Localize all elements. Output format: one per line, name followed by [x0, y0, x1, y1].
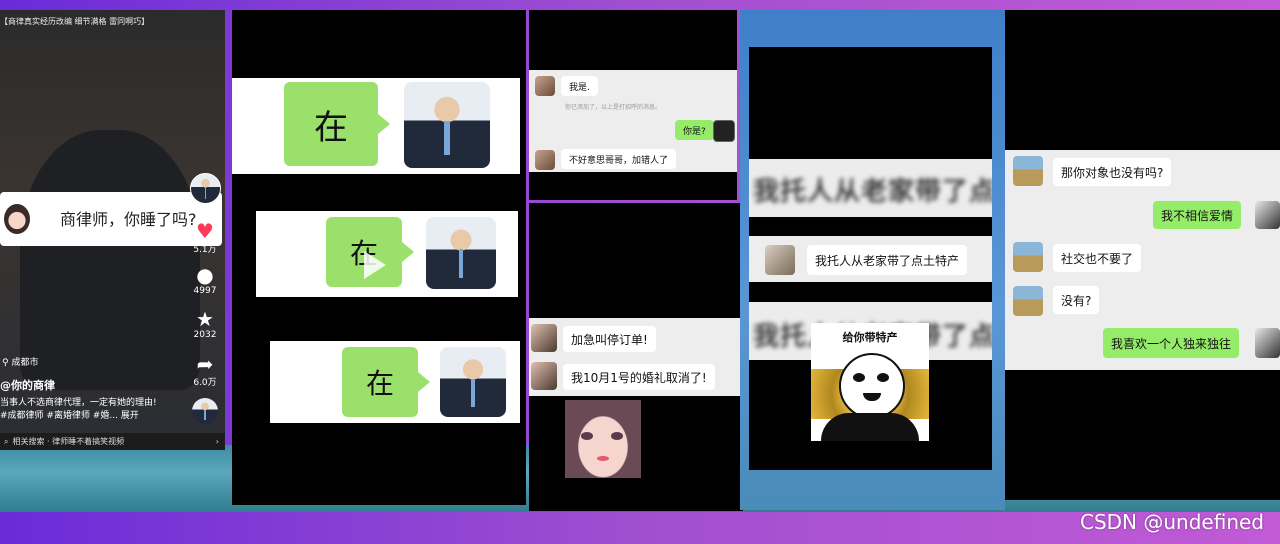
panda-eye-left [853, 373, 865, 382]
zai-card-2: 在 [256, 211, 518, 297]
chat-msg-3: 社交也不要了 [1053, 244, 1142, 272]
author-name[interactable]: @你的商律 [0, 377, 55, 393]
panda-face [839, 353, 905, 419]
person-silhouette [20, 130, 200, 390]
landscape-avatar-3 [1013, 286, 1043, 316]
my-avatar-right-1 [1255, 201, 1280, 229]
sender-avatar-4 [531, 362, 557, 390]
fav-count: 2032 [193, 330, 217, 340]
chat-area-top: 我是. 你已添加了，以上是打招呼的消息。 你是? 不好意思哥哥，加错人了 [529, 70, 737, 172]
related-search-text: 相关搜索 · 律师睡不着搞笑视频 [12, 437, 125, 446]
mid-chat-panel-top: 我是. 你已添加了，以上是打招呼的消息。 你是? 不好意思哥哥，加错人了 [529, 10, 737, 200]
douyin-video-panel: 【商律真实经历改编 细节满格 雷同啊巧】 商律师，你睡了吗? ♥ 5.1万 ● … [0, 10, 225, 450]
author-avatar[interactable] [190, 173, 221, 204]
location-tag[interactable]: ⚲ 成都市 [2, 355, 38, 368]
zai-card-1: 在 [232, 78, 520, 174]
msg-cancel-wedding: 我10月1号的婚礼取消了! [563, 364, 715, 390]
eye-left [581, 432, 593, 440]
sender-avatar-5 [765, 245, 795, 275]
chat-area-bottom: 加急叫停订单! 我10月1号的婚礼取消了! [529, 318, 743, 396]
panda-mouth [863, 393, 881, 401]
right-chat-panel: 那你对象也没有吗? 我不相信爱情 社交也不要了 没有? 我喜欢一个人独来独往 [1005, 10, 1280, 500]
chat-area-right: 那你对象也没有吗? 我不相信爱情 社交也不要了 没有? 我喜欢一个人独来独往 [1005, 150, 1280, 370]
system-note: 你已添加了，以上是打招呼的消息。 [565, 104, 662, 111]
specialty-chat-panel: 我托人从老家带了点 我托人从老家带了点土特产 我托人从老家带了点 给你带特产 [749, 47, 992, 470]
blur-row-1: 我托人从老家带了点 [749, 159, 992, 217]
heart-icon: ♥ [196, 219, 214, 243]
landscape-avatar-2 [1013, 242, 1043, 272]
zai-reply-panel: 在 在 在 [232, 10, 526, 505]
sender-avatar-3 [531, 324, 557, 352]
msg-specialty: 我托人从老家带了点土特产 [807, 245, 968, 275]
like-count: 5.1万 [193, 245, 217, 255]
sender-avatar [535, 76, 555, 96]
share-count: 6.0万 [193, 378, 217, 388]
play-icon[interactable] [364, 251, 386, 279]
favorite-button[interactable]: ★ 2032 [185, 308, 225, 340]
panda-eye-right [877, 373, 889, 382]
lawyer-avatar-3 [440, 347, 506, 417]
zai-card-3: 在 [270, 341, 520, 423]
zai-bubble-1: 在 [284, 82, 390, 166]
panda-sticker: 给你带特产 [811, 323, 929, 441]
message-text: 商律师，你睡了吗? [60, 210, 197, 229]
location-pin-icon: ⚲ [2, 358, 9, 368]
chat-msg-2: 我不相信爱情 [1153, 201, 1242, 229]
description-line-2[interactable]: #成都律师 #离婚律师 #婚... 展开 [0, 408, 139, 421]
chat-msg-5: 我喜欢一个人独来独往 [1103, 328, 1240, 358]
chevron-right-icon: › [215, 437, 219, 446]
search-icon: ⌕ [4, 436, 9, 446]
comment-button[interactable]: ● 4997 [185, 264, 225, 296]
comment-count: 4997 [193, 286, 217, 296]
music-disc[interactable] [192, 398, 218, 424]
landscape-avatar-1 [1013, 156, 1043, 186]
related-search-bar[interactable]: ⌕ 相关搜索 · 律师睡不着搞笑视频 › [0, 433, 225, 450]
comment-icon: ● [196, 263, 214, 287]
location-text: 成都市 [11, 358, 39, 368]
msg-ni-shi: 你是? [675, 120, 714, 140]
msg-wo-shi: 我是. [561, 76, 598, 96]
blurred-text-1: 我托人从老家带了点 [753, 177, 992, 207]
my-avatar [713, 120, 735, 142]
eye-right [611, 432, 623, 440]
sticker-caption: 给你带特产 [842, 331, 898, 344]
top-caption: 【商律真实经历改编 细节满格 雷同啊巧】 [0, 17, 150, 26]
share-button[interactable]: ➦ 6.0万 [185, 353, 225, 388]
mid-chat-panel-bottom: 加急叫停订单! 我10月1号的婚礼取消了! [529, 203, 743, 511]
anime-girl-image [565, 400, 641, 478]
specialty-row: 我托人从老家带了点土特产 [749, 236, 992, 282]
msg-sorry: 不好意思哥哥，加错人了 [561, 149, 677, 169]
chat-msg-4: 没有? [1053, 286, 1100, 314]
description-line-1: 当事人不选商律代理，一定有她的理由! [0, 398, 157, 408]
panda-body [821, 413, 919, 441]
msg-stop-order: 加急叫停订单! [563, 326, 656, 352]
anime-avatar [4, 204, 30, 234]
share-icon: ➦ [196, 352, 214, 376]
chat-msg-1: 那你对象也没有吗? [1053, 158, 1172, 186]
zai-bubble-3: 在 [342, 347, 430, 417]
like-button[interactable]: ♥ 5.1万 [185, 220, 225, 255]
sender-avatar-2 [535, 150, 555, 170]
lawyer-avatar-1 [404, 82, 490, 168]
csdn-watermark: CSDN @undefined [1080, 510, 1265, 534]
star-icon: ★ [196, 307, 214, 331]
my-avatar-right-2 [1255, 328, 1280, 358]
lips [597, 456, 609, 461]
lawyer-avatar-2 [426, 217, 496, 289]
